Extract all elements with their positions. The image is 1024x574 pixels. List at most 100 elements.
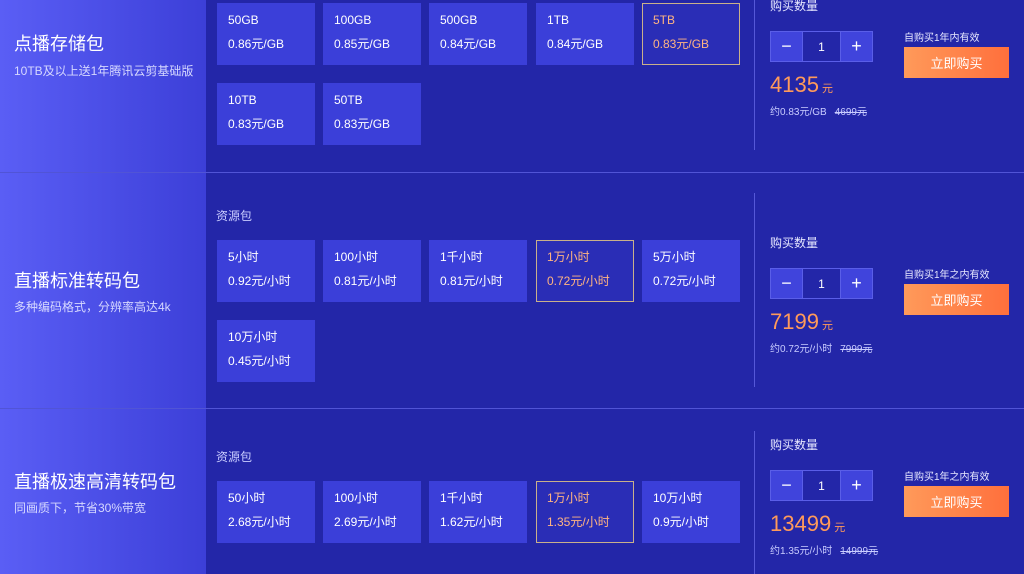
package-unit-price: 0.92元/小时 (228, 274, 291, 288)
unit-price-note: 约0.83元/GB 4699元 (770, 103, 867, 118)
buy-now-button[interactable]: 立即购买 (904, 284, 1009, 315)
package-size: 1万小时 (547, 250, 590, 264)
package-size: 100GB (334, 13, 372, 27)
package-size: 1TB (547, 13, 570, 27)
price-currency: 元 (821, 83, 833, 95)
approx-unit-price: 约0.83元/GB (770, 107, 827, 118)
increment-button[interactable]: + (841, 471, 872, 500)
package-tile[interactable]: 100小时 2.69元/小时 (323, 481, 421, 543)
package-unit-price: 0.86元/GB (228, 37, 285, 51)
total-price: 4135 元 (770, 72, 833, 98)
buy-now-button[interactable]: 立即购买 (904, 486, 1009, 517)
increment-button[interactable]: + (841, 32, 872, 61)
package-unit-price: 0.83元/GB (334, 117, 391, 131)
quantity-stepper[interactable]: − 1 + (770, 31, 873, 62)
package-size: 100小时 (334, 491, 379, 505)
package-size: 5小时 (228, 250, 259, 264)
package-size: 500GB (440, 13, 478, 27)
package-unit-price: 0.85元/GB (334, 37, 391, 51)
approx-unit-price: 约1.35元/小时 (770, 546, 833, 557)
price-currency: 元 (834, 522, 846, 534)
divider (754, 431, 755, 574)
package-unit-price: 0.45元/小时 (228, 354, 291, 368)
package-tile[interactable]: 50TB 0.83元/GB (323, 83, 421, 145)
price-currency: 元 (821, 320, 833, 332)
product-title: 直播极速高清转码包 (14, 472, 176, 492)
package-unit-price: 1.35元/小时 (547, 515, 610, 529)
product-row-vod-storage: 点播存储包 10TB及以上送1年腾讯云剪基础版 50GB 0.86元/GB 10… (0, 0, 1024, 172)
package-size: 10万小时 (653, 491, 703, 505)
original-price: 7999元 (840, 344, 873, 355)
unit-price-note: 约1.35元/小时 14999元 (770, 542, 878, 557)
package-size: 5TB (653, 13, 676, 27)
package-tile[interactable]: 100GB 0.85元/GB (323, 3, 421, 65)
package-tile[interactable]: 10万小时 0.45元/小时 (217, 320, 315, 382)
decrement-button[interactable]: − (771, 269, 802, 298)
validity-note: 自购买1年之内有效 (904, 270, 990, 281)
total-price: 13499 元 (770, 511, 845, 537)
package-unit-price: 0.9元/小时 (653, 515, 710, 529)
package-size: 50GB (228, 13, 259, 27)
product-subtitle: 同画质下，节省30%带宽 (14, 501, 147, 515)
package-tile[interactable]: 500GB 0.84元/GB (429, 3, 527, 65)
price-amount: 13499 (770, 511, 832, 536)
product-info-panel: 直播极速高清转码包 同画质下，节省30%带宽 (0, 409, 206, 574)
resource-pack-label: 资源包 (216, 209, 253, 223)
quantity-stepper[interactable]: − 1 + (770, 268, 873, 299)
package-tile[interactable]: 50GB 0.86元/GB (217, 3, 315, 65)
total-price: 7199 元 (770, 309, 833, 335)
product-subtitle: 10TB及以上送1年腾讯云剪基础版 (14, 64, 194, 78)
package-size: 50小时 (228, 491, 266, 505)
package-size: 1千小时 (440, 491, 483, 505)
package-size: 10万小时 (228, 330, 278, 344)
quantity-stepper[interactable]: − 1 + (770, 470, 873, 501)
buy-now-button[interactable]: 立即购买 (904, 47, 1009, 78)
product-info-panel: 点播存储包 10TB及以上送1年腾讯云剪基础版 (0, 0, 206, 172)
product-info-panel: 直播标准转码包 多种编码格式，分辨率高达4k (0, 173, 206, 408)
price-amount: 4135 (770, 72, 819, 97)
package-unit-price: 0.72元/小时 (547, 274, 610, 288)
package-tile-selected[interactable]: 1万小时 0.72元/小时 (536, 240, 634, 302)
package-size: 1万小时 (547, 491, 590, 505)
validity-note: 自购买1年之内有效 (904, 472, 990, 483)
package-size: 100小时 (334, 250, 379, 264)
divider (754, 193, 755, 387)
package-tile-selected[interactable]: 1万小时 1.35元/小时 (536, 481, 634, 543)
package-unit-price: 0.84元/GB (547, 37, 604, 51)
package-unit-price: 0.83元/GB (653, 37, 710, 51)
original-price: 4699元 (834, 107, 867, 118)
original-price: 14999元 (840, 546, 879, 557)
validity-note: 自购买1年内有效 (904, 33, 980, 44)
package-tile[interactable]: 5小时 0.92元/小时 (217, 240, 315, 302)
package-unit-price: 2.68元/小时 (228, 515, 291, 529)
increment-button[interactable]: + (841, 269, 872, 298)
quantity-value[interactable]: 1 (802, 32, 841, 61)
product-row-live-standard-transcode: 直播标准转码包 多种编码格式，分辨率高达4k 资源包 5小时 0.92元/小时 … (0, 173, 1024, 408)
product-title: 直播标准转码包 (14, 271, 140, 291)
quantity-value[interactable]: 1 (802, 471, 841, 500)
decrement-button[interactable]: − (771, 471, 802, 500)
package-tile[interactable]: 100小时 0.81元/小时 (323, 240, 421, 302)
decrement-button[interactable]: − (771, 32, 802, 61)
package-tile[interactable]: 1千小时 0.81元/小时 (429, 240, 527, 302)
package-tile[interactable]: 5万小时 0.72元/小时 (642, 240, 740, 302)
package-size: 10TB (228, 93, 257, 107)
product-title: 点播存储包 (14, 34, 104, 54)
package-tile[interactable]: 10万小时 0.9元/小时 (642, 481, 740, 543)
package-tile[interactable]: 1TB 0.84元/GB (536, 3, 634, 65)
package-unit-price: 1.62元/小时 (440, 515, 503, 529)
package-tile[interactable]: 50小时 2.68元/小时 (217, 481, 315, 543)
package-tile[interactable]: 10TB 0.83元/GB (217, 83, 315, 145)
unit-price-note: 约0.72元/小时 7999元 (770, 340, 873, 355)
product-subtitle: 多种编码格式，分辨率高达4k (14, 300, 171, 314)
price-amount: 7199 (770, 309, 819, 334)
package-tile[interactable]: 1千小时 1.62元/小时 (429, 481, 527, 543)
divider (754, 0, 755, 150)
quantity-label: 购买数量 (770, 438, 819, 452)
package-unit-price: 0.84元/GB (440, 37, 497, 51)
package-tile-selected[interactable]: 5TB 0.83元/GB (642, 3, 740, 65)
package-unit-price: 0.72元/小时 (653, 274, 716, 288)
quantity-label: 购买数量 (770, 236, 819, 250)
quantity-value[interactable]: 1 (802, 269, 841, 298)
package-unit-price: 0.83元/GB (228, 117, 285, 131)
